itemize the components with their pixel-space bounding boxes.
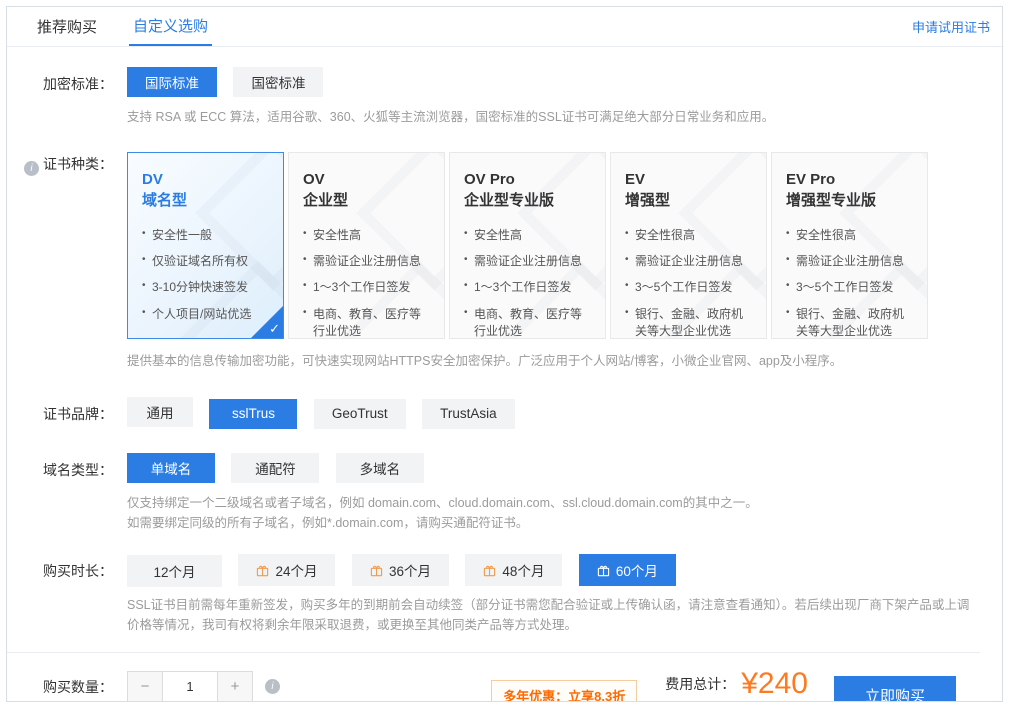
tab-recommended-purchase[interactable]: 推荐购买 [33, 7, 101, 46]
quantity-input[interactable]: 1 [162, 672, 218, 702]
brand-label: 证书品牌： [7, 397, 113, 424]
cert-type-label-wrap: i 证书种类： [7, 152, 113, 176]
duration-notice-text: SSL证书目前需每年重新签发，购买多年的到期前会自动续签（部分证书需您配合验证或… [127, 595, 980, 636]
cert-card-ov-pro[interactable]: OV Pro 企业型专业版 安全性高 需验证企业注册信息 1～3个工作日签发 电… [449, 152, 606, 339]
cert-card-ev-pro[interactable]: EV Pro 增强型专业版 安全性很高 需验证企业注册信息 3～5个工作日签发 … [771, 152, 928, 339]
card-title: DV 域名型 [142, 169, 271, 211]
tab-bar: 推荐购买 自定义选购 申请试用证书 [7, 7, 1002, 47]
promo-badge: 多年优惠：立享8.3折 [491, 680, 637, 702]
info-icon: i [24, 161, 39, 176]
cert-card-ev[interactable]: EV 增强型 安全性很高 需验证企业注册信息 3～5个工作日签发 银行、金融、政… [610, 152, 767, 339]
total-label: 费用总计： [665, 674, 735, 694]
card-title: OV 企业型 [303, 169, 432, 211]
domain-type-helper-text: 仅支持绑定一个二级域名或者子域名，例如 domain.com、cloud.dom… [127, 493, 980, 534]
card-bullets: 安全性很高 需验证企业注册信息 3～5个工作日签发 银行、金融、政府机关等大型企… [625, 227, 754, 339]
tab-custom-purchase[interactable]: 自定义选购 [129, 7, 212, 46]
brand-option-geotrust[interactable]: GeoTrust [314, 399, 406, 429]
duration-option-48[interactable]: 48个月 [465, 554, 562, 586]
domain-option-single[interactable]: 单域名 [127, 453, 215, 483]
card-bullets: 安全性很高 需验证企业注册信息 3～5个工作日签发 银行、金融、政府机关等大型企… [786, 227, 915, 339]
card-title: OV Pro 企业型专业版 [464, 169, 593, 211]
cert-type-cards: DV 域名型 安全性一般 仅验证域名所有权 3-10分钟快速签发 个人项目/网站… [127, 152, 980, 339]
encryption-option-national[interactable]: 国密标准 [233, 67, 323, 97]
gift-icon [483, 564, 496, 577]
cert-type-label: 证书种类： [43, 156, 113, 172]
domain-option-wildcard[interactable]: 通配符 [231, 453, 319, 483]
duration-option-60[interactable]: 60个月 [579, 554, 676, 586]
info-icon: i [265, 679, 280, 694]
price-summary: 多年优惠：立享8.3折 费用总计： ¥240 原价：¥945 立即购买 [491, 669, 956, 702]
domain-option-multi[interactable]: 多域名 [336, 453, 424, 483]
total-amount: ¥240 [741, 669, 808, 699]
domain-type-row: 域名类型： 单域名 通配符 多域名 仅支持绑定一个二级域名或者子域名，例如 do… [7, 453, 980, 534]
card-title: EV Pro 增强型专业版 [786, 169, 915, 211]
domain-type-label: 域名类型： [7, 453, 113, 480]
cert-type-helper-text: 提供基本的信息传输加密功能，可快速实现网站HTTPS安全加密保护。广泛应用于个人… [127, 351, 980, 372]
duration-label: 购买时长： [7, 554, 113, 581]
cert-type-row: i 证书种类： DV 域名型 安全性一般 仅验证域名所有权 3-10分钟快速签发 … [7, 152, 980, 372]
duration-option-12[interactable]: 12个月 [127, 555, 222, 587]
quantity-decrease-button[interactable]: − [128, 672, 162, 702]
gift-icon [370, 564, 383, 577]
purchase-footer: 购买数量： − 1 + i 自动续费： 账户余额足够时，证书到期后按年自动续费 [7, 653, 980, 702]
total-wrap: 费用总计： ¥240 原价：¥945 [665, 669, 808, 702]
duration-option-24[interactable]: 24个月 [238, 554, 335, 586]
cert-card-dv[interactable]: DV 域名型 安全性一般 仅验证域名所有权 3-10分钟快速签发 个人项目/网站… [127, 152, 284, 339]
quantity-increase-button[interactable]: + [218, 672, 252, 702]
apply-trial-certificate-link[interactable]: 申请试用证书 [912, 17, 990, 36]
brand-option-trustasia[interactable]: TrustAsia [422, 399, 515, 429]
encryption-standard-row: 加密标准： 国际标准 国密标准 支持 RSA 或 ECC 算法，适用谷歌、360… [7, 67, 980, 128]
duration-row: 购买时长： 12个月 24个月 36个月 48个月 60个月 SSL证书目前需每… [7, 554, 980, 636]
card-title: EV 增强型 [625, 169, 754, 211]
encryption-option-international[interactable]: 国际标准 [127, 67, 217, 97]
ssl-purchase-panel: 推荐购买 自定义选购 申请试用证书 加密标准： 国际标准 国密标准 支持 RSA… [6, 6, 1003, 702]
quantity-stepper: − 1 + [127, 671, 253, 702]
card-bullets: 安全性高 需验证企业注册信息 1～3个工作日签发 电商、教育、医疗等行业优选 [303, 227, 432, 339]
cert-card-ov[interactable]: OV 企业型 安全性高 需验证企业注册信息 1～3个工作日签发 电商、教育、医疗… [288, 152, 445, 339]
card-bullets: 安全性高 需验证企业注册信息 1～3个工作日签发 电商、教育、医疗等行业优选 [464, 227, 593, 339]
gift-icon [597, 564, 610, 577]
brand-option-ssltrus[interactable]: sslTrus [209, 399, 297, 429]
gift-icon [256, 564, 269, 577]
duration-option-36[interactable]: 36个月 [352, 554, 449, 586]
buy-now-button[interactable]: 立即购买 [834, 676, 956, 702]
check-icon: ✓ [269, 321, 280, 337]
quantity-label: 购买数量： [7, 677, 113, 697]
brand-row: 证书品牌： 通用 sslTrus GeoTrust TrustAsia [7, 397, 980, 429]
brand-option-generic[interactable]: 通用 [127, 397, 193, 427]
encryption-standard-label: 加密标准： [7, 67, 113, 94]
encryption-helper-text: 支持 RSA 或 ECC 算法，适用谷歌、360、火狐等主流浏览器，国密标准的S… [127, 107, 980, 128]
